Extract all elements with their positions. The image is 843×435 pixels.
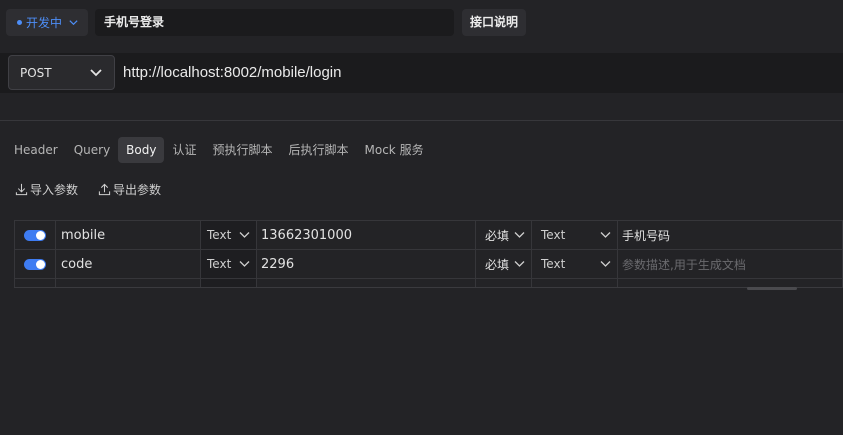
chevron-down-icon	[514, 232, 525, 238]
tab-post-script[interactable]: 后执行脚本	[281, 137, 357, 163]
param-tools: 导入参数 导出参数	[15, 181, 181, 198]
request-tabs: Header Query Body 认证 预执行脚本 后执行脚本 Mock 服务	[6, 137, 432, 163]
param-value[interactable]: 2296	[256, 250, 475, 278]
api-name-input[interactable]: 手机号登录	[95, 9, 454, 36]
tab-mock[interactable]: Mock 服务	[357, 137, 432, 163]
status-label: 开发中	[26, 16, 63, 30]
param-datatype-select[interactable]: Text	[531, 250, 617, 278]
top-bar: 开发中 手机号登录 接口说明	[0, 0, 843, 44]
param-required-select[interactable]: 必填	[475, 221, 531, 249]
method-select[interactable]: POST	[8, 55, 115, 90]
enable-toggle[interactable]	[24, 258, 46, 270]
param-required-select[interactable]: 必填	[475, 250, 531, 278]
enable-toggle[interactable]	[24, 229, 46, 241]
chevron-down-icon	[239, 261, 250, 267]
empty-cell	[14, 279, 55, 287]
params-table: mobile Text 13662301000 必填 Text 手机号码 cod…	[14, 220, 843, 287]
url-bar: POST http://localhost:8002/mobile/login	[0, 53, 843, 93]
tab-pre-script[interactable]: 预执行脚本	[204, 137, 280, 163]
table-bottom-border	[14, 287, 843, 288]
tab-body[interactable]: Body	[118, 137, 165, 163]
status-select[interactable]: 开发中	[6, 9, 88, 36]
import-params-button[interactable]: 导入参数	[15, 181, 78, 198]
table-row: mobile Text 13662301000 必填 Text 手机号码	[14, 220, 843, 249]
table-row: code Text 2296 必填 Text 参数描述,用于生成文档	[14, 249, 843, 278]
status-dot-icon	[17, 20, 22, 25]
param-description[interactable]: 参数描述,用于生成文档	[617, 250, 843, 278]
tab-auth[interactable]: 认证	[164, 137, 204, 163]
tab-query[interactable]: Query	[66, 137, 118, 163]
api-doc-button[interactable]: 接口说明	[462, 9, 526, 36]
param-type-select[interactable]: Text	[200, 221, 256, 249]
param-datatype-label: Text	[541, 228, 566, 242]
empty-cell[interactable]	[531, 279, 617, 287]
upload-icon	[98, 183, 111, 196]
method-label: POST	[20, 65, 52, 80]
param-type-label: Text	[207, 228, 232, 242]
param-name[interactable]: code	[55, 250, 200, 278]
param-type-label: Text	[207, 257, 232, 271]
tab-header[interactable]: Header	[6, 137, 66, 163]
horizontal-scrollbar[interactable]	[747, 287, 797, 290]
export-params-label: 导出参数	[113, 183, 162, 197]
empty-cell[interactable]	[256, 279, 475, 287]
enable-toggle-cell	[14, 221, 55, 249]
param-required-label: 必填	[485, 257, 510, 272]
download-icon	[15, 183, 28, 196]
chevron-down-icon	[239, 232, 250, 238]
chevron-down-icon	[600, 261, 611, 267]
chevron-down-icon	[600, 232, 611, 238]
enable-toggle-cell	[14, 250, 55, 278]
empty-cell[interactable]	[200, 279, 256, 287]
param-type-select[interactable]: Text	[200, 250, 256, 278]
empty-cell[interactable]	[475, 279, 531, 287]
empty-cell[interactable]	[55, 279, 200, 287]
chevron-down-icon	[90, 69, 102, 77]
table-row-new	[14, 278, 843, 287]
chevron-down-icon	[514, 261, 525, 267]
export-params-button[interactable]: 导出参数	[98, 181, 161, 198]
param-datatype-label: Text	[541, 257, 566, 271]
param-name[interactable]: mobile	[55, 221, 200, 249]
param-description[interactable]: 手机号码	[617, 221, 843, 249]
empty-cell[interactable]	[617, 279, 843, 287]
import-params-label: 导入参数	[30, 183, 79, 197]
chevron-down-icon	[69, 20, 78, 26]
param-datatype-select[interactable]: Text	[531, 221, 617, 249]
url-input[interactable]: http://localhost:8002/mobile/login	[123, 53, 341, 93]
param-required-label: 必填	[485, 228, 510, 243]
section-divider	[0, 120, 843, 121]
param-value[interactable]: 13662301000	[256, 221, 475, 249]
